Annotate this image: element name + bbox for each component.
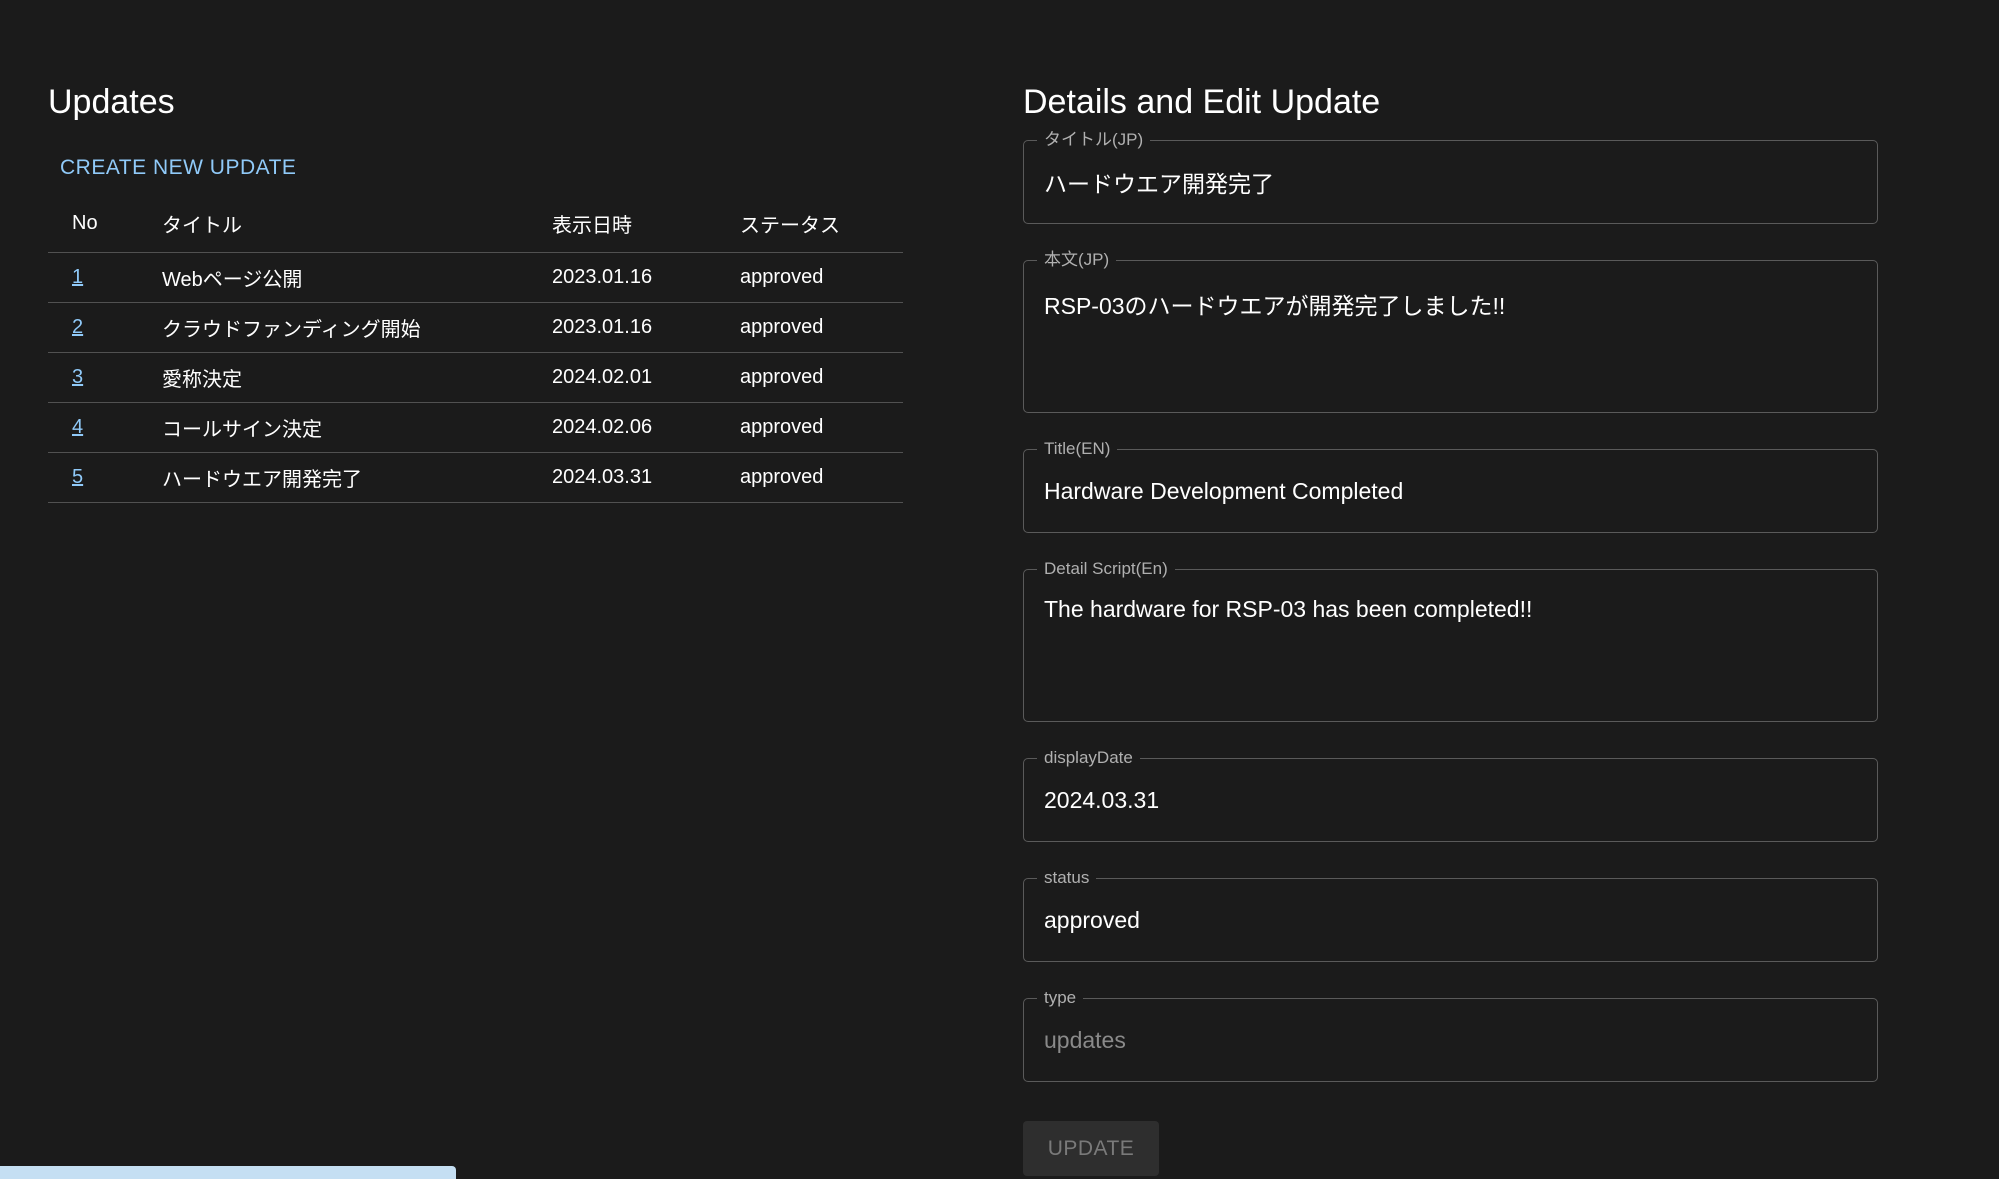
- column-header-title: タイトル: [162, 196, 552, 253]
- row-title: コールサイン決定: [162, 402, 552, 453]
- row-date: 2023.01.16: [552, 252, 740, 303]
- row-status: approved: [740, 402, 903, 453]
- table-row: 1 Webページ公開 2023.01.16 approved: [48, 252, 903, 303]
- title-en-label: Title(EN): [1037, 439, 1118, 459]
- updates-panel: Updates CREATE NEW UPDATE No タイトル 表示日時 ス…: [48, 78, 903, 503]
- edit-heading: Details and Edit Update: [1023, 83, 1381, 121]
- title-en-field[interactable]: Title(EN) Hardware Development Completed: [1023, 439, 1878, 533]
- row-date: 2024.03.31: [552, 452, 740, 503]
- column-header-status: ステータス: [740, 196, 903, 253]
- type-field: type updates: [1023, 988, 1878, 1082]
- body-jp-field[interactable]: 本文(JP) RSP-03のハードウエアが開発完了しました!!: [1023, 250, 1878, 413]
- body-jp-label: 本文(JP): [1037, 250, 1117, 270]
- table-row: 2 クラウドファンディング開始 2023.01.16 approved: [48, 302, 903, 353]
- display-date-field[interactable]: displayDate 2024.03.31: [1023, 748, 1878, 842]
- table-row: 3 愛称決定 2024.02.01 approved: [48, 352, 903, 403]
- row-title: ハードウエア開発完了: [162, 452, 552, 503]
- row-date: 2024.02.06: [552, 402, 740, 453]
- row-number-link[interactable]: 4: [72, 416, 83, 438]
- status-field[interactable]: status approved: [1023, 868, 1878, 962]
- title-jp-field[interactable]: タイトル(JP) ハードウエア開発完了: [1023, 130, 1878, 224]
- row-title: Webページ公開: [162, 252, 552, 303]
- row-date: 2023.01.16: [552, 302, 740, 353]
- edit-panel: Details and Edit Update タイトル(JP) ハードウエア開…: [1023, 78, 1878, 1118]
- create-new-update-button[interactable]: CREATE NEW UPDATE: [48, 152, 308, 184]
- table-row: 5 ハードウエア開発完了 2024.03.31 approved: [48, 452, 903, 503]
- detail-en-field[interactable]: Detail Script(En) The hardware for RSP-0…: [1023, 559, 1878, 722]
- row-title: 愛称決定: [162, 352, 552, 403]
- title-jp-value[interactable]: ハードウエア開発完了: [1044, 165, 1274, 199]
- detail-en-label: Detail Script(En): [1037, 559, 1175, 579]
- updates-heading: Updates: [48, 83, 175, 121]
- row-status: approved: [740, 452, 903, 503]
- row-status: approved: [740, 352, 903, 403]
- column-header-no: No: [48, 196, 162, 253]
- status-label: status: [1037, 868, 1097, 888]
- row-title: クラウドファンディング開始: [162, 302, 552, 353]
- type-label: type: [1037, 988, 1084, 1008]
- row-number-link[interactable]: 1: [72, 266, 83, 288]
- table-header-row: No タイトル 表示日時 ステータス: [48, 196, 903, 253]
- table-row: 4 コールサイン決定 2024.02.06 approved: [48, 402, 903, 453]
- display-date-label: displayDate: [1037, 748, 1140, 768]
- row-number-link[interactable]: 2: [72, 316, 83, 338]
- title-jp-label: タイトル(JP): [1037, 130, 1151, 150]
- row-number-link[interactable]: 3: [72, 366, 83, 388]
- row-status: approved: [740, 302, 903, 353]
- page: Updates CREATE NEW UPDATE No タイトル 表示日時 ス…: [0, 0, 1999, 1179]
- display-date-value[interactable]: 2024.03.31: [1044, 787, 1159, 814]
- type-value: updates: [1044, 1026, 1126, 1053]
- updates-table: No タイトル 表示日時 ステータス 1 Webページ公開 2023.01.16…: [48, 196, 903, 503]
- row-number-link[interactable]: 5: [72, 466, 83, 488]
- row-date: 2024.02.01: [552, 352, 740, 403]
- row-status: approved: [740, 252, 903, 303]
- status-value[interactable]: approved: [1044, 907, 1140, 934]
- title-en-value[interactable]: Hardware Development Completed: [1044, 478, 1403, 505]
- body-jp-value[interactable]: RSP-03のハードウエアが開発完了しました!!: [1044, 293, 1505, 319]
- detail-en-value[interactable]: The hardware for RSP-03 has been complet…: [1044, 596, 1532, 622]
- update-button[interactable]: UPDATE: [1023, 1121, 1159, 1176]
- column-header-date: 表示日時: [552, 196, 740, 253]
- browser-status-bar: [0, 1166, 456, 1179]
